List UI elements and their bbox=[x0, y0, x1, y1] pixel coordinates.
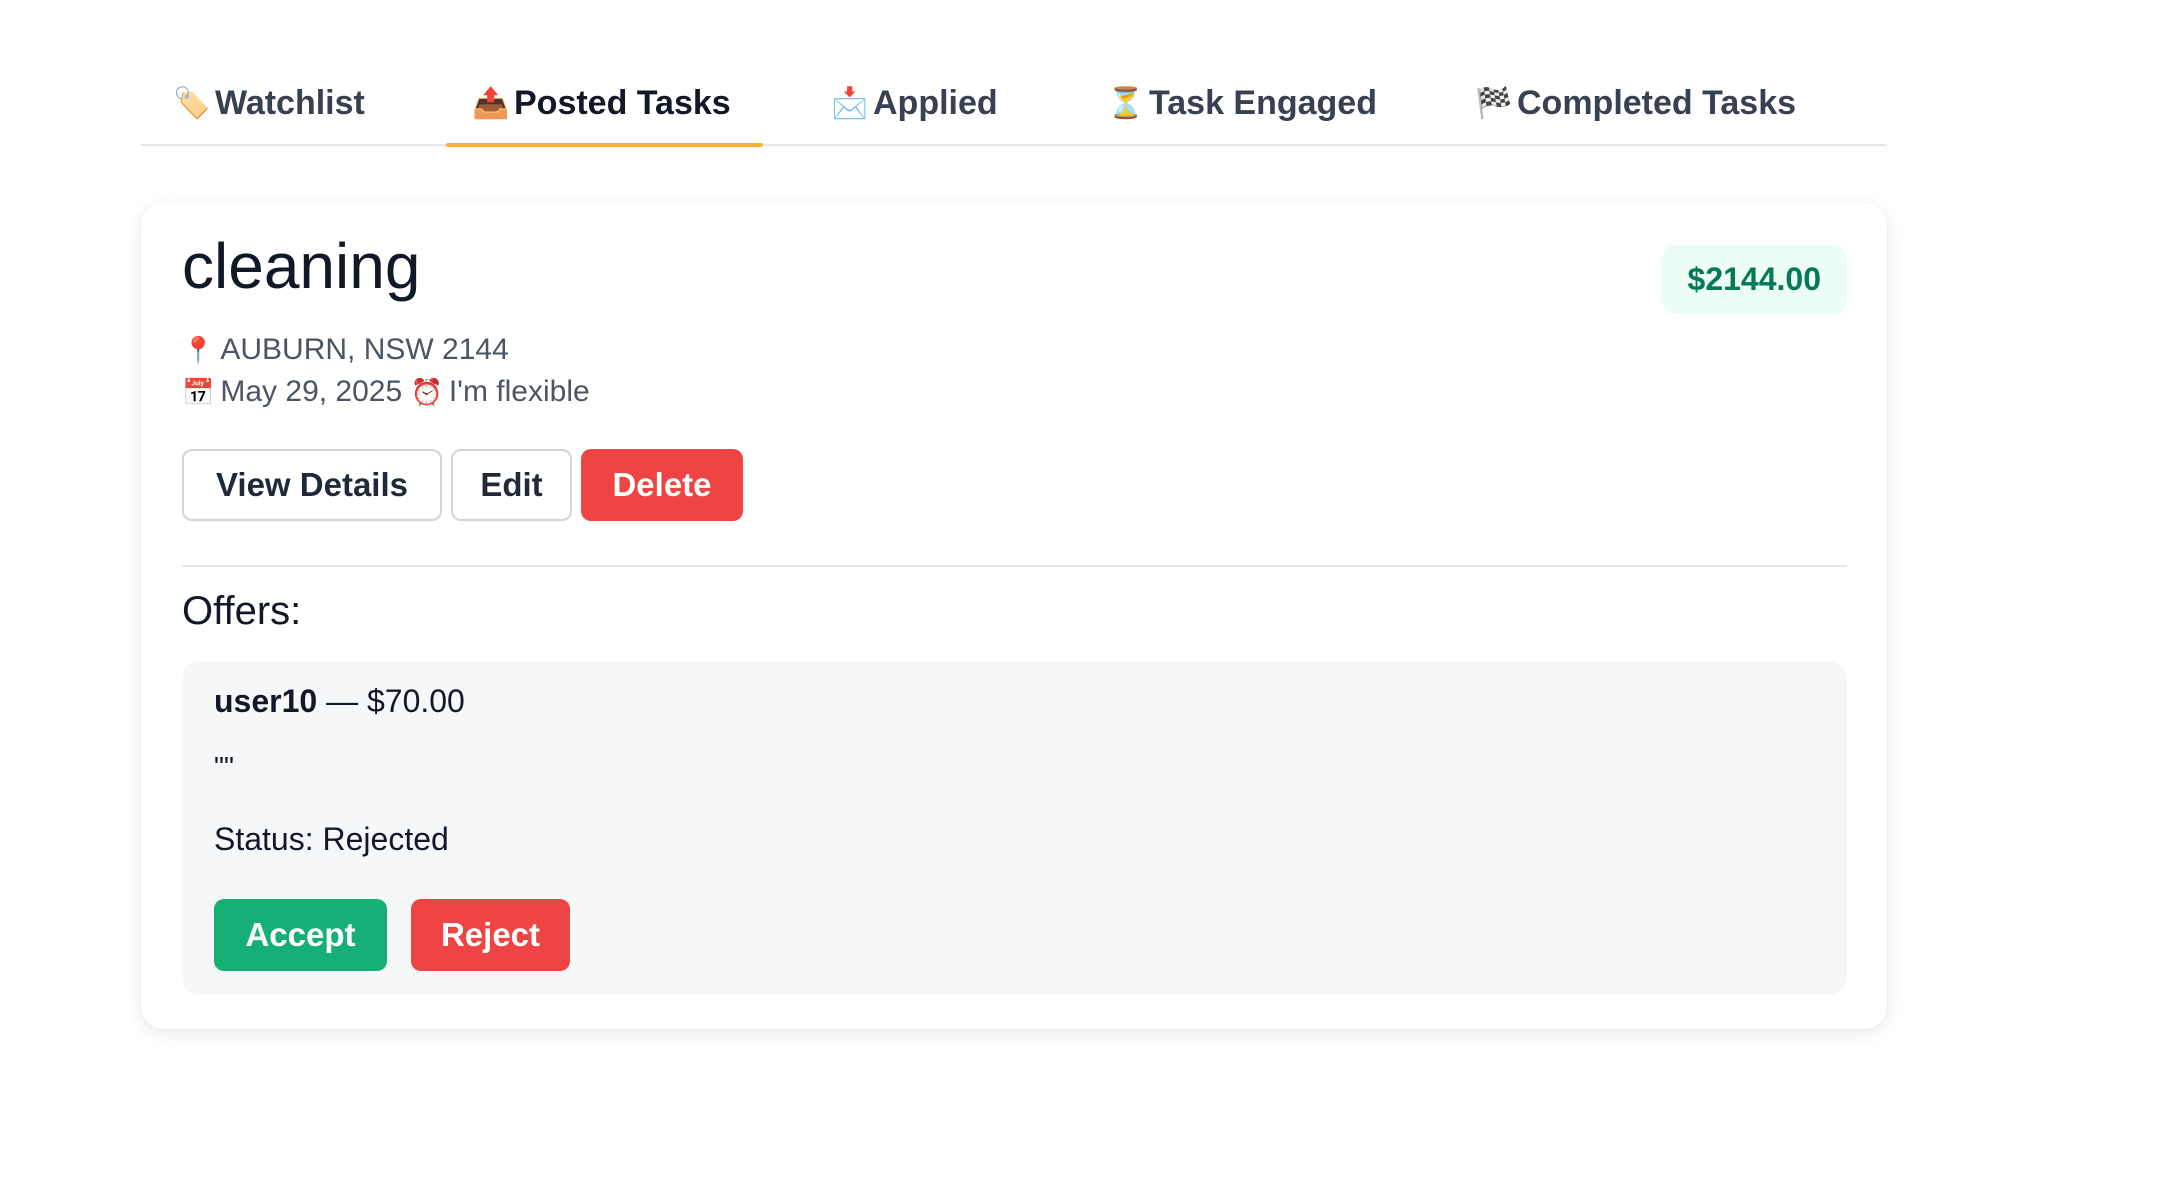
time-text: I'm flexible bbox=[448, 375, 590, 408]
divider bbox=[182, 565, 1847, 567]
task-schedule: 📅 May 29, 2025 ⏰ I'm flexible bbox=[182, 375, 590, 409]
offer-status: Status: Rejected bbox=[214, 821, 449, 857]
checkered-flag-icon: 🏁 bbox=[1475, 86, 1513, 120]
task-location: 📍 AUBURN, NSW 2144 bbox=[182, 333, 509, 367]
tab-completed-tasks[interactable]: 🏁 Completed Tasks bbox=[1475, 62, 1796, 144]
tab-applied[interactable]: 📩 Applied bbox=[831, 62, 998, 144]
tab-label: Watchlist bbox=[215, 83, 365, 122]
task-card: cleaning $2144.00 📍 AUBURN, NSW 2144 📅 May… bbox=[141, 203, 1887, 1029]
edit-button[interactable]: Edit bbox=[451, 449, 572, 521]
outbox-tray-icon: 📤 bbox=[472, 86, 510, 120]
offer-user: user10 bbox=[214, 683, 318, 719]
view-details-button[interactable]: View Details bbox=[182, 449, 442, 521]
pin-icon: 📍 bbox=[182, 335, 215, 365]
offer-separator: — bbox=[317, 683, 367, 719]
tab-watchlist[interactable]: 🏷️ Watchlist bbox=[173, 62, 365, 144]
tag-icon: 🏷️ bbox=[173, 86, 211, 120]
offer-item: user10 — $70.00 "" Status: Rejected Acce… bbox=[182, 661, 1847, 995]
accept-button[interactable]: Accept bbox=[214, 899, 387, 971]
hourglass-icon: ⏳ bbox=[1107, 86, 1145, 120]
date-text: May 29, 2025 bbox=[220, 375, 403, 408]
offer-header: user10 — $70.00 bbox=[214, 683, 465, 720]
calendar-icon: 📅 bbox=[182, 377, 215, 407]
offer-message: "" bbox=[214, 751, 234, 782]
tab-label: Completed Tasks bbox=[1517, 83, 1797, 122]
tab-label: Posted Tasks bbox=[514, 83, 731, 122]
offers-heading: Offers: bbox=[182, 589, 302, 633]
delete-button[interactable]: Delete bbox=[581, 449, 743, 521]
task-title: cleaning bbox=[182, 230, 421, 302]
tab-posted-tasks[interactable]: 📤 Posted Tasks bbox=[446, 62, 763, 147]
tab-label: Task Engaged bbox=[1149, 83, 1377, 122]
envelope-arrow-icon: 📩 bbox=[831, 86, 869, 120]
tab-bar: 🏷️ Watchlist 📤 Posted Tasks 📩 Applied ⏳ … bbox=[141, 62, 1887, 147]
tab-task-engaged[interactable]: ⏳ Task Engaged bbox=[1107, 62, 1377, 144]
reject-button[interactable]: Reject bbox=[411, 899, 570, 971]
location-text: AUBURN, NSW 2144 bbox=[220, 333, 509, 366]
offer-amount: $70.00 bbox=[366, 683, 465, 719]
alarm-clock-icon: ⏰ bbox=[410, 377, 443, 407]
tab-label: Applied bbox=[873, 83, 998, 122]
price-badge: $2144.00 bbox=[1661, 245, 1847, 314]
